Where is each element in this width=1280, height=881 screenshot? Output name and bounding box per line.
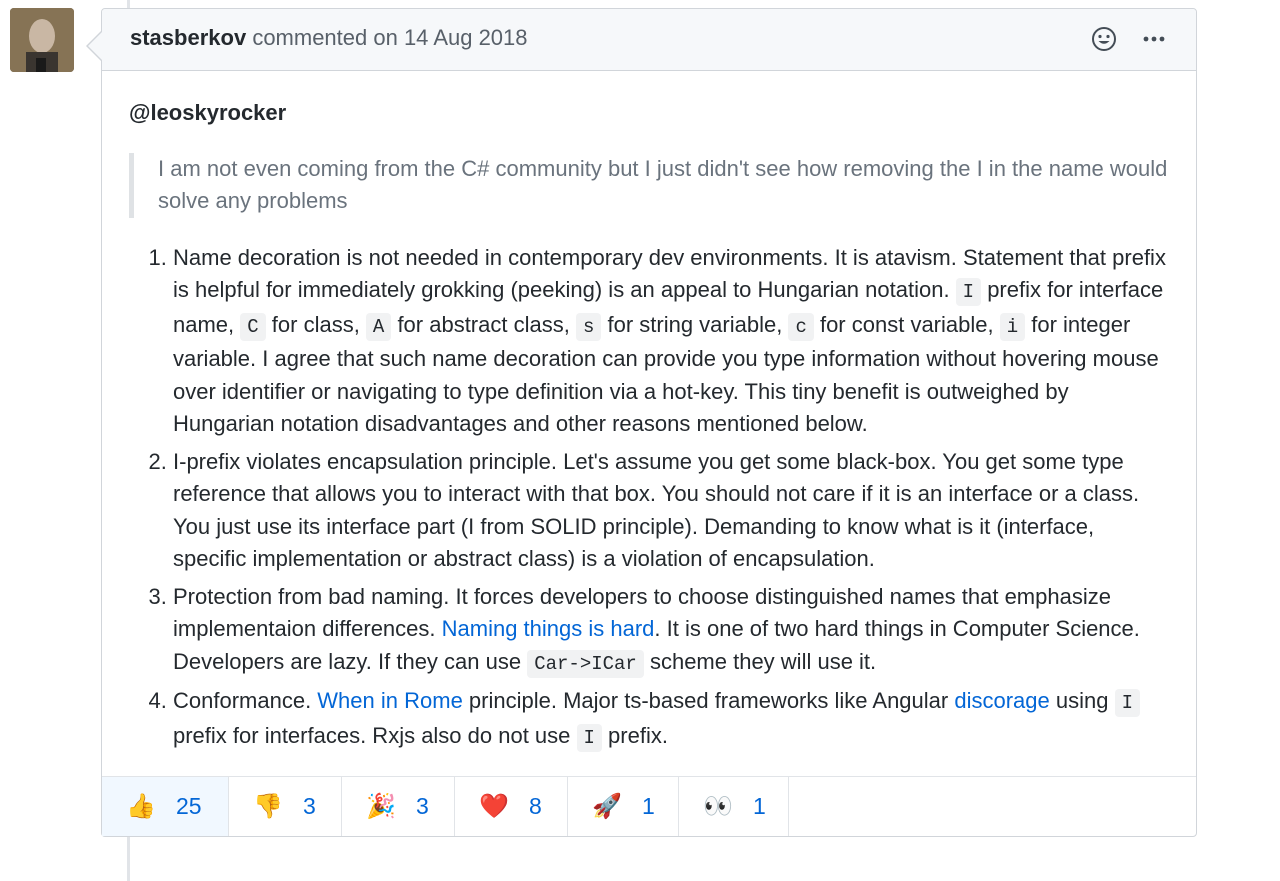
reaction-button[interactable]: 👍 25 xyxy=(102,777,229,836)
reaction-button[interactable]: ❤️ 8 xyxy=(455,777,568,836)
inline-code: c xyxy=(788,312,814,341)
quote-text: I am not even coming from the C# communi… xyxy=(158,155,1168,214)
user-mention[interactable]: @leoskyrocker xyxy=(129,97,1169,130)
add-reaction-icon[interactable] xyxy=(1090,25,1118,53)
rocket-icon: 🚀 xyxy=(592,793,622,820)
inline-code: I xyxy=(576,723,602,752)
list-item: Name decoration is not needed in contemp… xyxy=(173,242,1169,441)
inline-code: I xyxy=(955,278,982,306)
more-options-icon[interactable] xyxy=(1140,25,1168,53)
list-item-text: prefix. xyxy=(601,722,668,748)
avatar[interactable] xyxy=(10,8,74,72)
party-popper-icon: 🎉 xyxy=(366,793,396,820)
reaction-count: 25 xyxy=(176,793,202,819)
inline-code: C xyxy=(240,312,266,341)
comment-header: stasberkov commented on 14 Aug 2018 xyxy=(102,9,1196,71)
reaction-button[interactable]: 👎 3 xyxy=(229,777,342,836)
list-item: Protection from bad naming. It forces de… xyxy=(173,581,1169,681)
reaction-count: 3 xyxy=(416,793,429,819)
list-item-text: scheme they will use it. xyxy=(643,648,877,674)
inline-link[interactable]: When in Rome xyxy=(317,688,463,713)
reaction-button[interactable]: 🚀 1 xyxy=(568,777,679,836)
reaction-count: 8 xyxy=(529,793,542,819)
list-item: I-prefix violates encapsulation principl… xyxy=(173,446,1169,576)
thumbs-up-icon: 👍 xyxy=(126,793,156,820)
list-item-text: prefix for interfaces. Rxjs also do not … xyxy=(173,722,577,748)
comment-body: @leoskyrocker I am not even coming from … xyxy=(129,70,1169,759)
inline-link[interactable]: Naming things is hard xyxy=(442,616,655,641)
inline-code: Car->ICar xyxy=(527,649,644,678)
heart-icon: ❤️ xyxy=(479,793,509,820)
reaction-count: 1 xyxy=(753,793,766,819)
inline-code: I xyxy=(1114,689,1140,717)
comment-box: stasberkov commented on 14 Aug 2018 @leo… xyxy=(86,8,1197,837)
author-name[interactable]: stasberkov xyxy=(130,25,246,50)
list-item-text: for class, xyxy=(265,311,366,337)
inline-link[interactable]: discorage xyxy=(954,688,1049,713)
eyes-icon: 👀 xyxy=(703,793,733,820)
inline-code: i xyxy=(999,312,1026,341)
list-item-text: for abstract class, xyxy=(391,311,576,337)
inline-code: s xyxy=(575,312,602,341)
list-item-text: for string variable, xyxy=(601,311,789,337)
list-item-text: Conformance. xyxy=(173,688,318,713)
reaction-button[interactable]: 🎉 3 xyxy=(342,777,455,836)
reaction-button[interactable]: 👀 1 xyxy=(679,777,789,836)
inline-code: A xyxy=(365,312,392,341)
quote-block: I am not even coming from the C# communi… xyxy=(129,152,1169,218)
list-item-text: for const variable, xyxy=(813,311,1000,337)
reaction-count: 1 xyxy=(642,793,655,819)
comment-timestamp[interactable]: commented on 14 Aug 2018 xyxy=(252,25,527,50)
reactions-bar: 👍 25 👎 3 🎉 3 ❤️ 8 🚀 1 👀 1 xyxy=(102,776,1196,836)
list-item-text: principle. Major ts-based frameworks lik… xyxy=(462,688,955,713)
reaction-count: 3 xyxy=(303,793,316,819)
list-item-text: I-prefix violates encapsulation principl… xyxy=(173,448,1140,572)
list-item: Conformance. When in Rome principle. Maj… xyxy=(173,685,1169,754)
reasons-list: Name decoration is not needed in contemp… xyxy=(129,242,1169,755)
thumbs-down-icon: 👎 xyxy=(253,793,283,820)
list-item-text: using xyxy=(1049,688,1115,713)
